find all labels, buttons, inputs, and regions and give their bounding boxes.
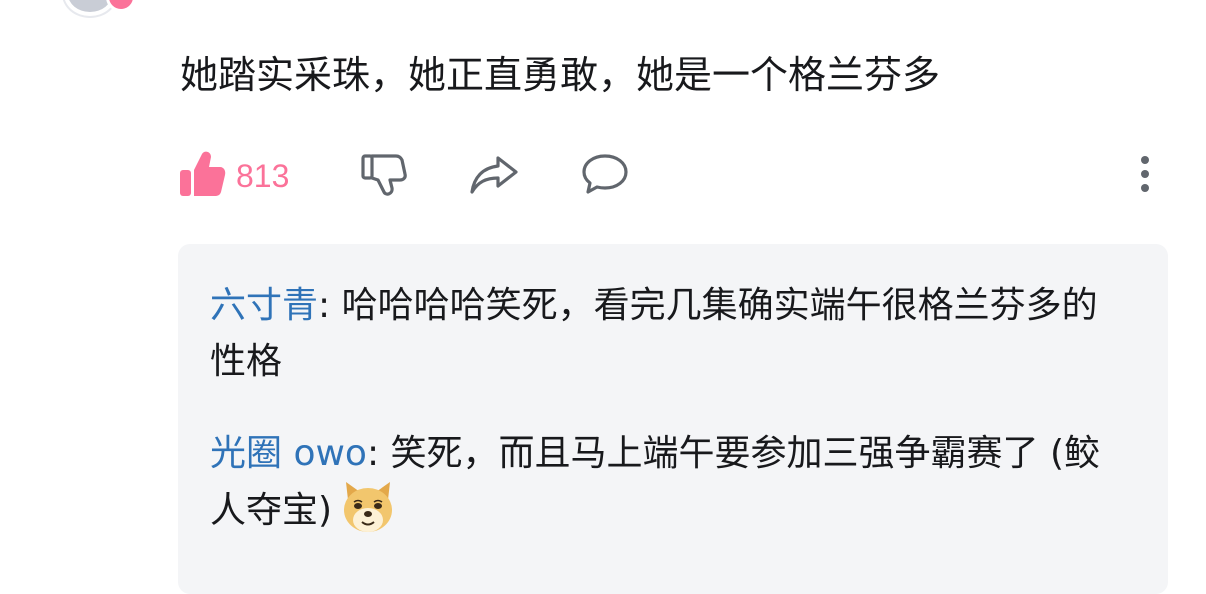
comment-action-bar: 813 [180,148,1160,204]
reply-text: 哈哈哈哈笑死，看完几集确实端午很格兰芬多的性格 [210,285,1098,382]
reply-separator: : [318,285,342,326]
comment-text: 她踏实采珠，她正直勇敢，她是一个格兰芬多 [180,53,941,97]
reply-item[interactable]: 六寸青: 哈哈哈哈笑死，看完几集确实端午很格兰芬多的性格 [210,278,1110,390]
share-button[interactable] [468,148,520,204]
reply-item[interactable]: 光圈 owo: 笑死，而且马上端午要参加三强争霸赛了 (鲛人夺宝) [210,426,1110,542]
reply-bubble-icon [580,150,630,202]
thumbs-up-icon [180,150,226,202]
thumbs-down-icon [360,150,408,202]
doge-emoji-icon [338,478,398,538]
dislike-button[interactable] [360,148,408,204]
reply-separator: : [366,433,391,474]
reply-button[interactable] [580,148,630,204]
like-count: 813 [236,157,290,194]
reply-username[interactable]: 六寸青 [210,285,318,326]
avatar-badge [106,0,136,12]
like-button[interactable]: 813 [180,148,289,204]
share-icon [468,150,520,202]
reply-username[interactable]: 光圈 owo [210,433,367,474]
more-options-button[interactable] [1130,148,1160,204]
more-vertical-icon [1130,150,1160,202]
reply-preview-box[interactable]: 六寸青: 哈哈哈哈笑死，看完几集确实端午很格兰芬多的性格 光圈 owo: 笑死，… [178,244,1168,594]
